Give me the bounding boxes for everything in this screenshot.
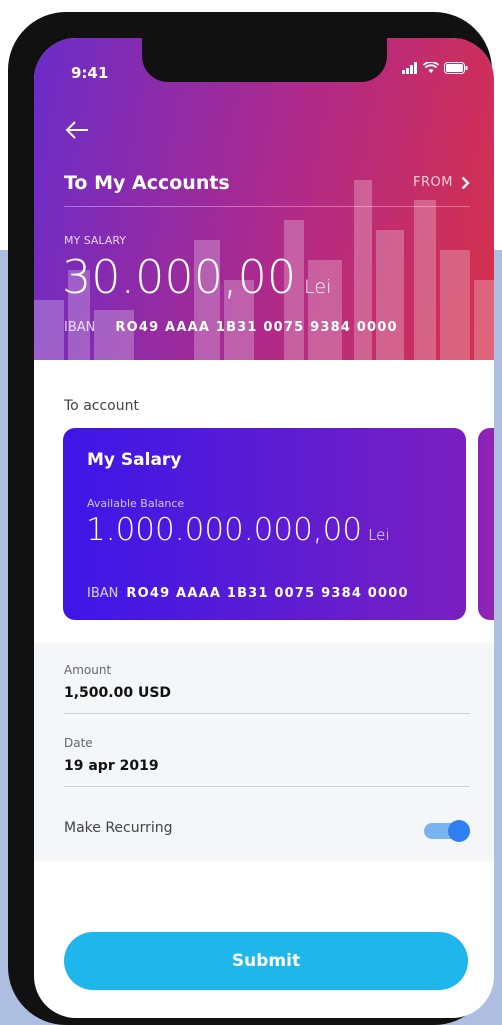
wifi-icon (423, 62, 439, 73)
source-balance: 30.000,00 Lei (62, 250, 331, 304)
submit-button[interactable]: Submit (64, 932, 468, 990)
card-balance: 1.000.000.000,00 Lei (86, 512, 390, 548)
date-field[interactable]: 19 apr 2019 (64, 758, 159, 774)
back-arrow-icon[interactable] (64, 118, 90, 142)
source-account-label: MY SALARY (64, 234, 126, 247)
next-account-card[interactable] (478, 428, 494, 620)
card-account-name: My Salary (87, 450, 182, 470)
card-iban-value: RO49 AAAA 1B31 0075 9384 0000 (126, 586, 409, 601)
amount-label: Amount (64, 663, 112, 677)
card-balance-label: Available Balance (87, 497, 185, 510)
card-currency: Lei (368, 526, 390, 544)
battery-icon (444, 62, 468, 74)
source-iban: IBAN RO49 AAAA 1B31 0075 9384 0000 (64, 320, 398, 335)
amount-underline (64, 713, 470, 714)
source-iban-label: IBAN (64, 320, 96, 335)
card-iban-label: IBAN (87, 586, 119, 601)
card-balance-value: 1.000.000.000,00 (86, 512, 363, 548)
destination-account-card[interactable]: My Salary Available Balance 1.000.000.00… (63, 428, 466, 620)
from-label: FROM (413, 175, 453, 190)
to-account-label: To account (64, 398, 139, 414)
phone-notch (142, 38, 387, 82)
date-underline (64, 786, 470, 787)
source-currency: Lei (304, 276, 332, 298)
toggle-knob (448, 820, 470, 842)
recurring-toggle[interactable] (424, 820, 470, 842)
phone-screen: 9:41 To My Accounts FROM MY SALARY 30.00… (34, 38, 494, 1018)
signal-icon (402, 62, 417, 74)
date-label: Date (64, 736, 93, 750)
page-title: To My Accounts (64, 172, 230, 194)
header-divider (64, 206, 470, 207)
chevron-right-icon (461, 176, 470, 189)
source-balance-value: 30.000,00 (62, 250, 297, 304)
status-time: 9:41 (71, 64, 109, 82)
transfer-form: Amount 1,500.00 USD Date 19 apr 2019 Mak… (34, 643, 494, 861)
source-iban-value: RO49 AAAA 1B31 0075 9384 0000 (115, 320, 398, 335)
status-icons (402, 62, 468, 74)
recurring-label: Make Recurring (64, 820, 173, 836)
phone-frame: 9:41 To My Accounts FROM MY SALARY 30.00… (8, 12, 494, 1025)
amount-field[interactable]: 1,500.00 USD (64, 685, 171, 701)
card-iban: IBAN RO49 AAAA 1B31 0075 9384 0000 (87, 586, 409, 601)
from-selector[interactable]: FROM (413, 175, 470, 190)
account-header: 9:41 To My Accounts FROM MY SALARY 30.00… (34, 38, 494, 360)
